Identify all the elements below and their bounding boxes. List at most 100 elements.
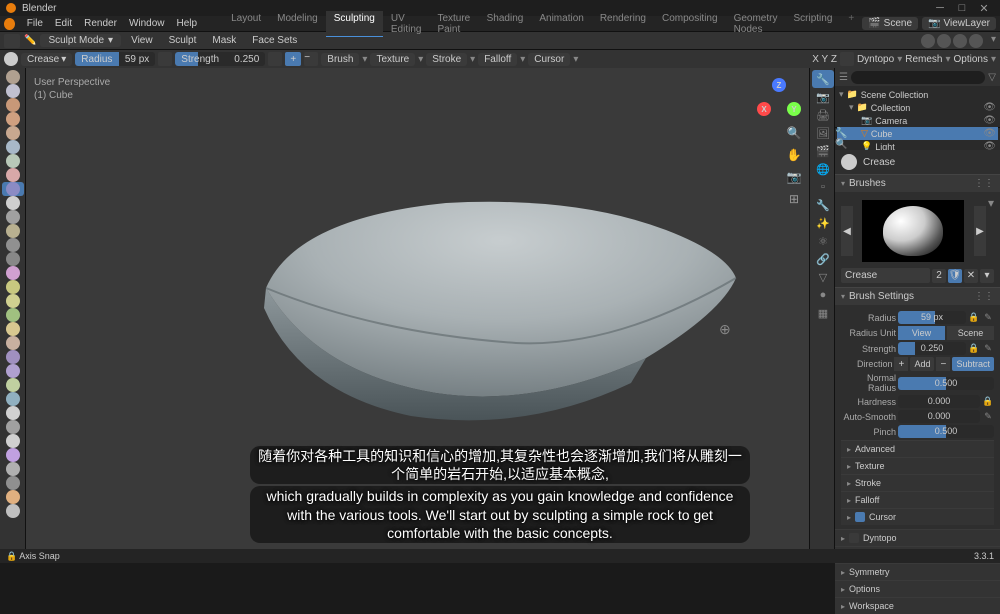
gizmo-x-axis[interactable]: X [757, 102, 771, 116]
tool-snake-hook[interactable] [2, 308, 24, 322]
texture-panel[interactable]: ▸Texture [841, 457, 994, 474]
shading-material-icon[interactable] [953, 34, 967, 48]
menu-face-sets[interactable]: Face Sets [246, 33, 303, 48]
tab-shading[interactable]: Shading [479, 11, 532, 37]
brush-name-field[interactable]: Crease [841, 268, 930, 283]
minimize-button[interactable]: ─ [930, 1, 950, 15]
tool-boundary[interactable] [2, 392, 24, 406]
tab-scripting[interactable]: Scripting [785, 11, 840, 37]
shading-dropdown-icon[interactable]: ▾ [991, 34, 996, 48]
zoom-icon[interactable]: 🔍 [785, 124, 803, 142]
menu-view[interactable]: View [125, 33, 159, 48]
tab-active-tool-icon[interactable]: 🔧 [812, 70, 834, 88]
tool-pose[interactable] [2, 336, 24, 350]
hardness-lock-icon[interactable]: 🔒 [982, 396, 994, 408]
auto-smooth-tablet-icon[interactable]: ✎ [982, 411, 994, 423]
tool-inflate[interactable] [2, 154, 24, 168]
brush-add-button[interactable]: ▾ [980, 269, 994, 283]
dyntopo-checkbox[interactable] [849, 533, 859, 543]
normal-radius-slider[interactable]: 0.500 [898, 377, 994, 390]
tab-object-icon[interactable]: ▫ [812, 178, 834, 196]
properties-search[interactable]: 🔍 [835, 139, 1000, 150]
strength-slider[interactable]: Strength 0.250 [175, 52, 265, 66]
tool-blob[interactable] [2, 168, 24, 182]
brush-next-button[interactable]: ▶ [974, 206, 986, 256]
dyntopo-panel[interactable]: ▸Dyntopo [835, 529, 1000, 546]
tool-draw-face-sets[interactable] [2, 448, 24, 462]
radius-slider[interactable]: 59 px [898, 311, 966, 324]
cursor-checkbox[interactable] [855, 512, 865, 522]
tab-uv-editing[interactable]: UV Editing [383, 11, 430, 37]
radius-tablet-icon[interactable] [158, 52, 172, 66]
strength-tablet-icon[interactable] [268, 52, 282, 66]
brush-preview-icon[interactable] [4, 52, 18, 66]
tab-compositing[interactable]: Compositing [654, 11, 726, 37]
tool-multi-plane-scrape[interactable] [2, 252, 24, 266]
direction-sub-button[interactable]: − [304, 52, 318, 66]
menu-render[interactable]: Render [78, 16, 123, 31]
strength-tablet-icon[interactable]: ✎ [982, 343, 994, 355]
tab-render-icon[interactable]: 📷 [812, 88, 834, 106]
tab-modifiers-icon[interactable]: 🔧 [812, 196, 834, 214]
outliner-filter-icon[interactable]: ▽ [988, 72, 996, 83]
tool-elastic-deform[interactable] [2, 294, 24, 308]
tool-nudge[interactable] [2, 350, 24, 364]
tab-output-icon[interactable]: 🖨 [812, 106, 834, 124]
brush-dropdown[interactable]: Crease ▾ [21, 53, 72, 66]
tool-smooth[interactable] [2, 196, 24, 210]
tab-particles-icon[interactable]: ✨ [812, 214, 834, 232]
direction-add-button[interactable]: + [285, 52, 301, 66]
auto-smooth-slider[interactable]: 0.000 [898, 410, 980, 423]
menu-window[interactable]: Window [123, 16, 171, 31]
tab-geometry-nodes[interactable]: Geometry Nodes [726, 11, 786, 37]
tool-fill[interactable] [2, 224, 24, 238]
move-view-icon[interactable]: ✋ [785, 146, 803, 164]
brush-save-button[interactable]: 🛡 [948, 269, 962, 283]
symmetry-xyz[interactable]: X Y Z [812, 54, 837, 65]
tool-simplify[interactable] [2, 420, 24, 434]
tab-viewlayer-icon[interactable]: 🖼 [812, 124, 834, 142]
tool-scrape[interactable] [2, 238, 24, 252]
direction-minus-icon[interactable]: − [936, 357, 950, 371]
viewlayer-dropdown[interactable]: 📷 ViewLayer [922, 17, 996, 30]
tool-thumb[interactable] [2, 322, 24, 336]
tool-pinch[interactable] [2, 266, 24, 280]
brush-settings-header[interactable]: ▾Brush Settings ⋮⋮ [835, 287, 1000, 305]
shading-rendered-icon[interactable] [969, 34, 983, 48]
workspace-panel[interactable]: ▸Workspace [835, 597, 1000, 614]
brush-prev-button[interactable]: ◀ [841, 206, 853, 256]
texture-panel-dropdown[interactable]: Texture [370, 53, 415, 66]
navigation-gizmo[interactable]: Z X Y [759, 80, 799, 120]
blender-logo-icon[interactable] [4, 18, 15, 30]
tool-line-project[interactable] [2, 476, 24, 490]
radius-unit-view[interactable]: View [898, 326, 945, 340]
direction-plus-icon[interactable]: + [894, 357, 908, 371]
brush-panel-dropdown[interactable]: Brush [321, 53, 359, 66]
cursor-panel-dropdown[interactable]: Cursor [528, 53, 570, 66]
stroke-panel[interactable]: ▸Stroke [841, 474, 994, 491]
pinch-slider[interactable]: 0.500 [898, 425, 994, 438]
shading-solid-icon[interactable] [937, 34, 951, 48]
tool-draw[interactable] [2, 70, 24, 84]
mode-dropdown[interactable]: Sculpt Mode ▾ [40, 34, 121, 47]
tab-scene-icon[interactable]: 🎬 [812, 142, 834, 160]
outliner-item-camera[interactable]: 📷Camera👁 [837, 114, 998, 127]
strength-slider[interactable]: 0.250 [898, 342, 966, 355]
outliner-type-icon[interactable]: ☰ [839, 72, 848, 83]
remesh-label[interactable]: Remesh [905, 54, 942, 65]
tab-add[interactable]: + [840, 11, 862, 37]
gizmo-z-axis[interactable]: Z [772, 78, 786, 92]
menu-sculpt[interactable]: Sculpt [163, 33, 203, 48]
radius-tablet-icon[interactable]: ✎ [982, 312, 994, 324]
tool-clay-strips[interactable] [2, 112, 24, 126]
tool-clay-thumb[interactable] [2, 126, 24, 140]
tool-mask[interactable] [2, 434, 24, 448]
tool-layer[interactable] [2, 140, 24, 154]
advanced-panel[interactable]: ▸Advanced [841, 440, 994, 457]
tab-sculpting[interactable]: Sculpting [326, 11, 383, 37]
stroke-panel-dropdown[interactable]: Stroke [426, 53, 467, 66]
outliner-collection[interactable]: ▾📁Collection 👁 [837, 101, 998, 114]
editor-type-icon[interactable] [4, 34, 20, 48]
direction-subtract[interactable]: Subtract [952, 357, 994, 371]
tab-material-icon[interactable]: ● [812, 286, 834, 304]
